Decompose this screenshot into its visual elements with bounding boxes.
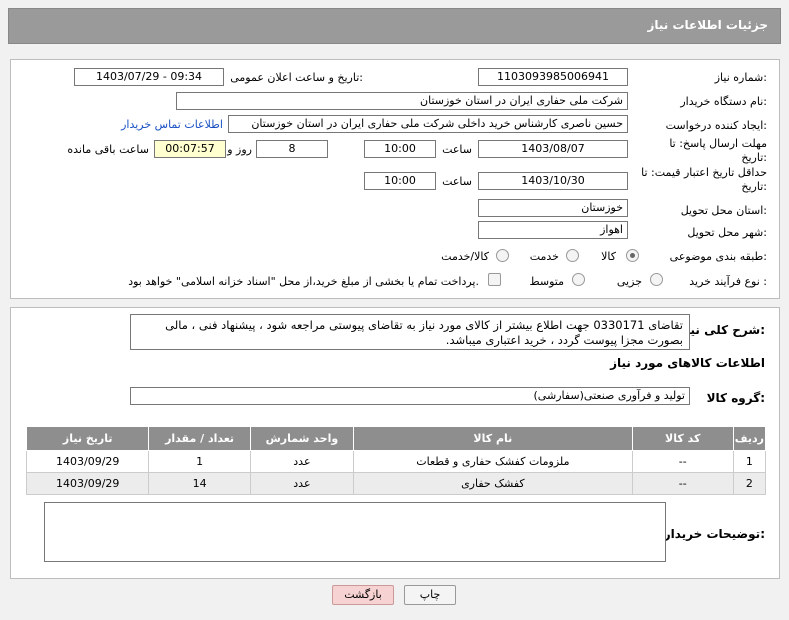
process-radio-minor[interactable]	[650, 273, 663, 286]
payment-note: پرداخت تمام یا بخشی از مبلغ خرید،از محل …	[128, 275, 479, 288]
goods-group-field: تولید و فرآوری صنعتی(سفارشی)	[130, 387, 690, 405]
buyer-contact-link[interactable]: اطلاعات تماس خریدار	[121, 118, 223, 131]
goods-group-label: گروه کالا:	[706, 391, 765, 405]
page-header: جزئیات اطلاعات نیاز	[8, 8, 781, 44]
announce-field: 1403/07/29 - 09:34	[74, 68, 224, 86]
deadline-date-field: 1403/08/07	[478, 140, 628, 158]
col-row: ردیف	[732, 426, 767, 451]
days-label: روز و	[227, 143, 252, 156]
col-date: تاریخ نیاز	[25, 426, 150, 451]
announce-label: تاریخ و ساعت اعلان عمومی:	[230, 71, 363, 84]
goods-section-title: اطلاعات کالاهای مورد نیاز	[610, 356, 765, 370]
goods-table-header: ردیف کد کالا نام کالا واحد شمارش تعداد /…	[25, 426, 767, 451]
days-field: 8	[256, 140, 328, 158]
back-button[interactable]: بازگشت	[332, 585, 394, 605]
category-option-goods-service: کالا/خدمت	[441, 250, 489, 263]
creator-label: ایجاد کننده درخواست:	[665, 119, 767, 132]
treasury-checkbox[interactable]	[488, 273, 501, 286]
col-code: کد کالا	[631, 426, 734, 451]
category-radio-goods-service[interactable]	[496, 249, 509, 262]
cell-code: --	[631, 450, 734, 473]
validity-time-field: 10:00	[364, 172, 436, 190]
validity-time-label: ساعت	[442, 175, 472, 188]
deadline-time-field: 10:00	[364, 140, 436, 158]
cell-code: --	[631, 472, 734, 495]
buyer-label: نام دستگاه خریدار:	[680, 95, 767, 108]
cell-row: 2	[732, 472, 767, 495]
category-option-service: خدمت	[529, 250, 559, 263]
validity-date-field: 1403/10/30	[478, 172, 628, 190]
description-textarea[interactable]: تقاضای 0330171 جهت اطلاع بیشتر از کالای …	[130, 314, 690, 350]
cell-name: ملزومات کفشک حفاری و قطعات	[353, 450, 633, 473]
table-row: 1 -- ملزومات کفشک حفاری و قطعات عدد 1 14…	[25, 450, 767, 473]
province-label: استان محل تحویل:	[680, 204, 767, 217]
city-field: اهواز	[478, 221, 628, 239]
buyer-field: شرکت ملی حفاری ایران در استان خوزستان	[176, 92, 628, 110]
description-label: شرح کلی نیاز:	[679, 323, 765, 337]
col-name: نام کالا	[353, 426, 633, 451]
city-label: شهر محل تحویل:	[687, 226, 767, 239]
validity-label: حداقل تاریخ اعتبار قیمت: تا تاریخ:	[641, 166, 767, 193]
province-field: خوزستان	[478, 199, 628, 217]
print-button[interactable]: چاپ	[404, 585, 456, 605]
cell-row: 1	[732, 450, 767, 473]
cell-unit: عدد	[249, 450, 355, 473]
category-radio-goods[interactable]	[626, 249, 639, 262]
need-number-label: شماره نیاز:	[714, 71, 767, 84]
buyer-notes-textarea[interactable]	[44, 502, 666, 562]
col-qty: تعداد / مقدار	[148, 426, 251, 451]
col-unit: واحد شمارش	[249, 426, 355, 451]
process-label: نوع فرآیند خرید :	[689, 275, 767, 288]
cell-name: کفشک حفاری	[353, 472, 633, 495]
cell-date: 1403/09/29	[25, 472, 150, 495]
goods-table: ردیف کد کالا نام کالا واحد شمارش تعداد /…	[25, 426, 767, 495]
deadline-time-label: ساعت	[442, 143, 472, 156]
cell-unit: عدد	[249, 472, 355, 495]
process-option-minor: جزیی	[616, 275, 642, 288]
category-radio-service[interactable]	[566, 249, 579, 262]
deadline-label: مهلت ارسال پاسخ: تا تاریخ:	[669, 137, 767, 164]
cell-qty: 1	[148, 450, 251, 473]
category-option-goods: کالا	[601, 250, 616, 263]
process-radio-medium[interactable]	[572, 273, 585, 286]
buyer-notes-label: توضیحات خریدار:	[663, 527, 765, 541]
cell-date: 1403/09/29	[25, 450, 150, 473]
remaining-label: ساعت باقی مانده	[67, 143, 149, 156]
process-option-medium: متوسط	[529, 275, 564, 288]
table-row: 2 -- کفشک حفاری عدد 14 1403/09/29	[25, 472, 767, 495]
category-label: طبقه بندی موضوعی:	[669, 250, 767, 263]
cell-qty: 14	[148, 472, 251, 495]
creator-field: حسین ناصری کارشناس خرید داخلی شرکت ملی ح…	[228, 115, 628, 133]
page-title: جزئیات اطلاعات نیاز	[647, 18, 768, 32]
remaining-time-field: 00:07:57	[154, 140, 226, 158]
need-number-field: 1103093985006941	[478, 68, 628, 86]
